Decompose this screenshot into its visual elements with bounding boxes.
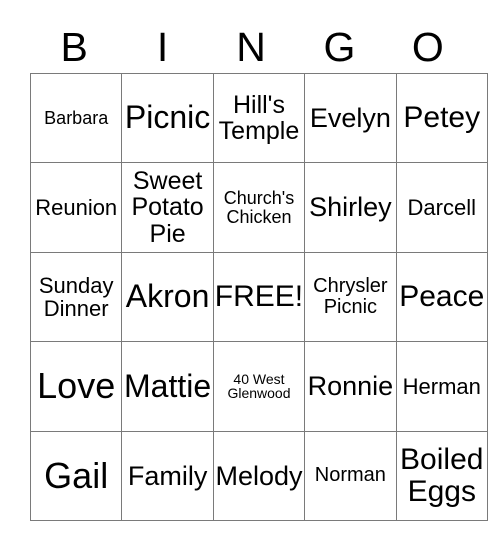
bingo-row: Gail Family Melody Norman Boiled Eggs [29,430,488,521]
bingo-cell[interactable]: Melody [212,430,306,521]
bingo-cell-label: Picnic [124,99,211,136]
bingo-cell[interactable]: Sunday Dinner [29,251,123,343]
bingo-cell-label: Hill's Temple [218,90,300,146]
bingo-cell[interactable]: Shirley [304,162,397,253]
bingo-cell[interactable]: Norman [304,430,397,521]
bingo-header-letter-n: N [236,24,266,70]
bingo-header-row: B I N G O [30,22,472,73]
bingo-cell[interactable]: Reunion [29,162,123,253]
bingo-cell-label: Ronnie [307,371,394,402]
bingo-cell-label: Evelyn [309,103,391,134]
bingo-cell-label: Sweet Potato Pie [131,167,204,248]
bingo-cell[interactable]: Boiled Eggs [395,430,488,521]
bingo-cell[interactable]: Darcell [395,162,488,253]
bingo-cell[interactable]: Akron [121,251,214,343]
bingo-cell[interactable]: Herman [395,341,488,432]
bingo-cell[interactable]: Barbara [29,72,123,164]
bingo-cell[interactable]: Love [29,341,123,432]
bingo-cell[interactable]: Church's Chicken [212,162,306,253]
bingo-row: Sunday Dinner Akron FREE! Chrysler Picni… [29,251,488,343]
bingo-cell[interactable]: Mattie [121,341,214,432]
bingo-cell-label: Boiled Eggs [400,443,484,508]
bingo-cell[interactable]: Ronnie [304,341,397,432]
bingo-row: Reunion Sweet Potato Pie Church's Chicke… [29,162,488,253]
bingo-cell[interactable]: Gail [29,430,123,521]
bingo-cell-label: 40 West Glenwood [227,370,291,402]
bingo-header-letter-i: I [156,24,169,70]
bingo-cell-label: Norman [314,464,386,487]
bingo-cell-label: Shirley [309,192,392,223]
bingo-cell-label: Barbara [44,107,109,128]
bingo-cell-label: Mattie [124,367,212,404]
bingo-row: Love Mattie 40 West Glenwood Ronnie Herm… [29,341,488,432]
bingo-cell-label: Darcell [407,195,476,221]
bingo-cell-label: Reunion [35,195,118,221]
bingo-cell[interactable]: Picnic [121,72,214,164]
bingo-cell[interactable]: Evelyn [304,72,397,164]
bingo-cell-label: Peace [399,280,485,314]
bingo-card: B I N G O Barbara Picnic Hill's Temple E… [29,22,488,521]
bingo-row: Barbara Picnic Hill's Temple Evelyn Pete… [29,72,488,164]
bingo-cell-label: Sunday Dinner [38,272,114,321]
bingo-cell[interactable]: Family [121,430,214,521]
bingo-cell-label: Herman [402,373,481,399]
bingo-header-letter-o: O [411,24,444,70]
bingo-cell-label: Akron [125,278,210,315]
bingo-cell-label: Chrysler Picnic [313,274,388,318]
bingo-cell[interactable]: Petey [395,72,488,164]
bingo-cell[interactable]: 40 West Glenwood [212,341,306,432]
bingo-header-letter-g: G [323,24,356,70]
bingo-cell-label: Love [37,365,116,407]
bingo-cell[interactable]: Chrysler Picnic [304,251,397,343]
bingo-cell-label: Petey [403,101,481,135]
bingo-cell-free[interactable]: FREE! [212,251,306,343]
bingo-cell-label: Melody [215,460,303,491]
bingo-cell-label: Church's Chicken [223,187,295,227]
bingo-cell[interactable]: Peace [395,251,488,343]
bingo-grid: Barbara Picnic Hill's Temple Evelyn Pete… [29,72,488,521]
bingo-cell[interactable]: Hill's Temple [212,72,306,164]
bingo-free-space-label: FREE! [214,280,304,314]
bingo-cell[interactable]: Sweet Potato Pie [121,162,214,253]
bingo-cell-label: Family [127,460,208,491]
bingo-header-letter-b: B [60,24,88,70]
bingo-cell-label: Gail [44,454,109,496]
